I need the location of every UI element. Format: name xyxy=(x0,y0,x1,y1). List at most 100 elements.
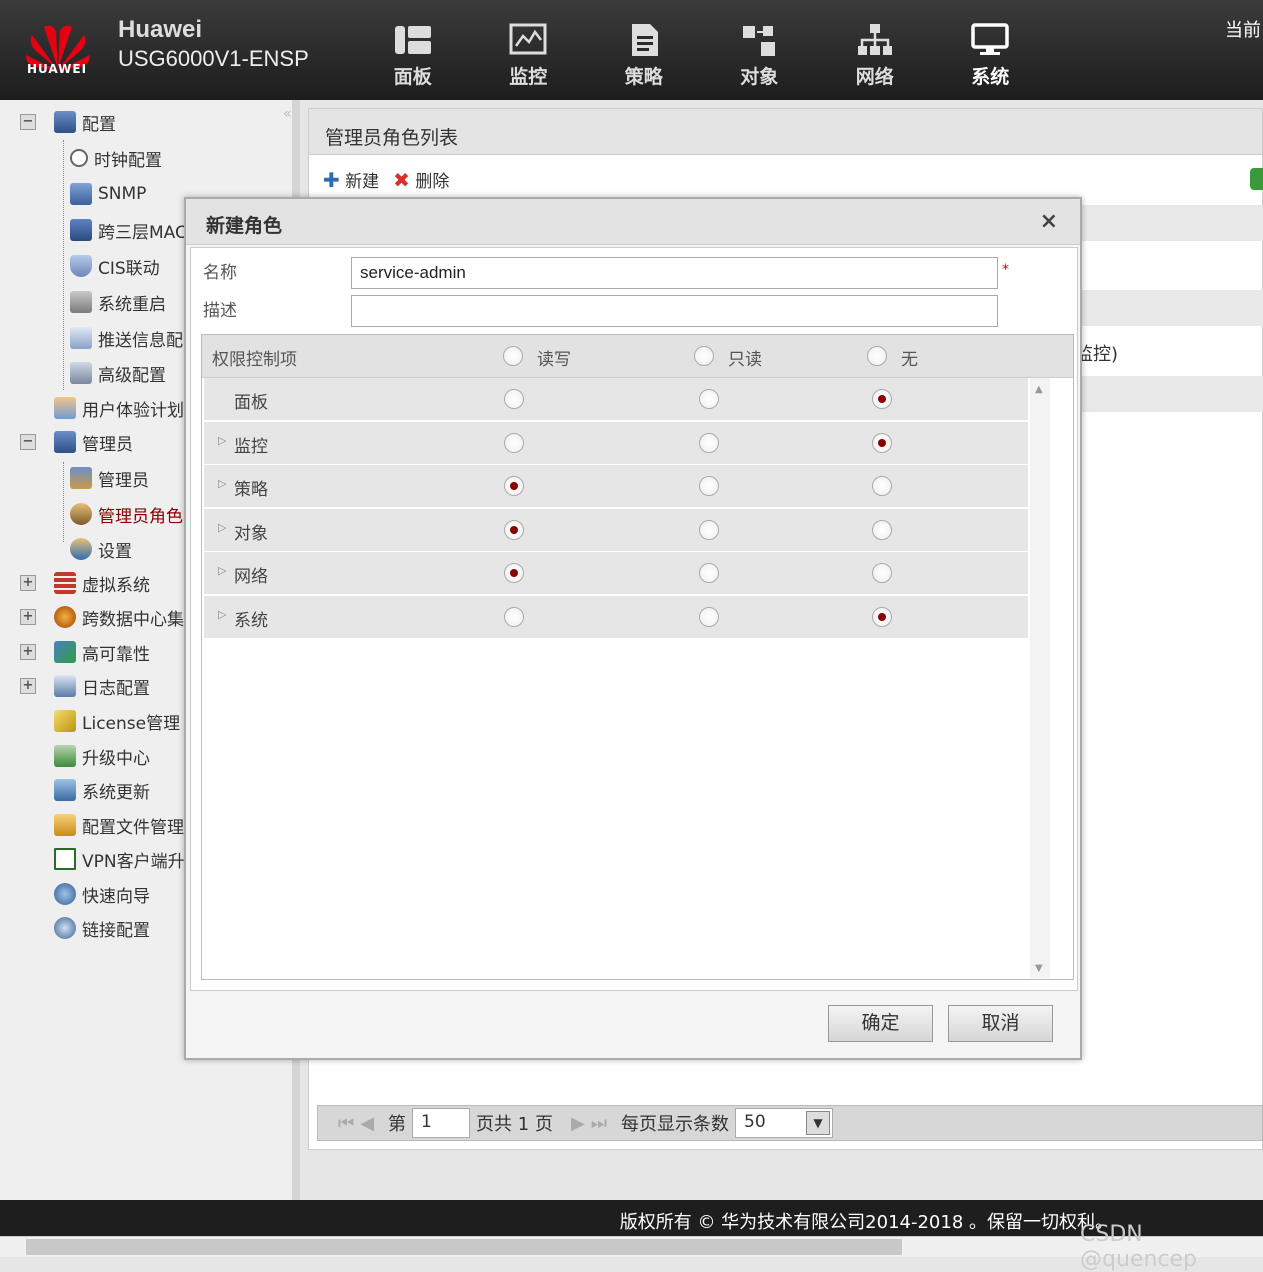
nav-monitor[interactable]: 监控 xyxy=(471,22,587,89)
permission-radio[interactable] xyxy=(872,389,892,409)
permission-radio[interactable] xyxy=(699,607,719,627)
permission-table: 权限控制项 读写 只读 无 面板 ▷ 监控 ▷ 策略 ▷ 对象 ▷ 网络 ▷ 系统 ▲ ▼ xyxy=(201,334,1074,980)
expand-triangle-icon[interactable]: ▷ xyxy=(218,434,226,447)
permission-row-label: 网络 xyxy=(234,567,268,588)
close-icon[interactable]: × xyxy=(1040,209,1058,234)
vertical-scrollbar[interactable]: ▲ ▼ xyxy=(1030,378,1050,978)
sidebar-item-advanced[interactable]: 高级配置 xyxy=(70,356,166,390)
per-page-select[interactable]: 50 ▼ xyxy=(735,1108,833,1138)
collapse-icon[interactable]: − xyxy=(20,114,36,130)
expand-icon[interactable]: + xyxy=(20,678,36,694)
sidebar-item-admin-group[interactable]: − 管理员 xyxy=(20,425,133,459)
new-button[interactable]: ✚ 新建 xyxy=(323,167,379,192)
sidebar-item-upgrade[interactable]: 升级中心 xyxy=(54,739,150,773)
sidebar-item-virtual-system[interactable]: + 虚拟系统 xyxy=(20,566,150,600)
permission-radio[interactable] xyxy=(872,432,892,453)
select-all-none-radio[interactable] xyxy=(867,346,887,366)
sidebar-item-label: SNMP xyxy=(98,184,147,204)
sidebar-item-config-file[interactable]: 配置文件管理 xyxy=(54,808,184,842)
expand-triangle-icon[interactable]: ▷ xyxy=(218,608,226,621)
delete-button[interactable]: ✖ 删除 xyxy=(393,167,449,192)
expand-triangle-icon[interactable]: ▷ xyxy=(218,521,226,534)
sidebar-item-system-update[interactable]: 系统更新 xyxy=(54,773,150,807)
sidebar-item-log[interactable]: + 日志配置 xyxy=(20,669,150,703)
permission-radio[interactable] xyxy=(699,563,719,584)
prev-page-icon[interactable]: ◀ xyxy=(360,1113,374,1134)
sidebar-item-snmp[interactable]: SNMP xyxy=(70,177,146,211)
sidebar-item-vpn-client[interactable]: VPN客户端升 xyxy=(54,842,185,876)
permission-radio[interactable] xyxy=(504,389,524,409)
select-all-readwrite-radio[interactable] xyxy=(503,346,523,366)
refresh-icon[interactable] xyxy=(1250,168,1263,190)
scroll-up-icon[interactable]: ▲ xyxy=(1035,384,1043,395)
delete-button-label: 删除 xyxy=(415,172,450,192)
sidebar-item-license[interactable]: License管理 xyxy=(54,704,180,738)
first-page-icon[interactable]: ⏮ xyxy=(338,1113,354,1134)
permission-radio[interactable] xyxy=(504,563,524,584)
description-input[interactable] xyxy=(351,295,998,327)
cancel-button[interactable]: 取消 xyxy=(948,1005,1053,1042)
permission-radio[interactable] xyxy=(504,519,524,540)
sidebar-item-label: 管理员 xyxy=(98,470,149,491)
permission-radio[interactable] xyxy=(699,519,719,540)
advanced-config-icon xyxy=(70,362,92,384)
sidebar-item-admin[interactable]: 管理员 xyxy=(70,461,149,495)
permission-radio[interactable] xyxy=(504,607,524,627)
confirm-button[interactable]: 确定 xyxy=(828,1005,933,1042)
nav-system-label: 系统 xyxy=(971,66,1010,88)
expand-icon[interactable]: + xyxy=(20,609,36,625)
sidebar-item-admin-role[interactable]: 管理员角色 xyxy=(70,497,183,531)
sidebar-item-clock[interactable]: 时钟配置 xyxy=(70,141,162,175)
permission-radio[interactable] xyxy=(872,519,892,540)
sidebar-item-datacenter[interactable]: + 跨数据中心集 xyxy=(20,600,184,634)
sidebar-item-label: 快速向导 xyxy=(82,886,150,907)
sidebar-item-label: 系统更新 xyxy=(82,782,150,803)
sidebar-item-cis[interactable]: CIS联动 xyxy=(70,249,160,283)
collapse-sidebar-icon[interactable]: « xyxy=(283,106,292,122)
last-page-icon[interactable]: ⏭ xyxy=(591,1113,607,1134)
sidebar-item-ha[interactable]: + 高可靠性 xyxy=(20,635,150,669)
dialog-title: 新建角色 xyxy=(206,215,283,237)
permission-radio[interactable] xyxy=(504,432,524,453)
sidebar-item-wizard[interactable]: 快速向导 xyxy=(54,877,150,911)
permission-radio[interactable] xyxy=(699,432,719,453)
nav-policy[interactable]: 策略 xyxy=(586,22,702,89)
sidebar-item-config[interactable]: − 配置 xyxy=(20,105,116,139)
page-number-input[interactable]: 1 xyxy=(412,1108,471,1138)
expand-icon[interactable]: + xyxy=(20,575,36,591)
permission-radio[interactable] xyxy=(504,476,524,497)
nav-dashboard[interactable]: 面板 xyxy=(355,22,471,89)
sidebar-item-mac[interactable]: 跨三层MAC xyxy=(70,213,187,247)
permission-radio[interactable] xyxy=(872,607,892,627)
scroll-down-icon[interactable]: ▼ xyxy=(1035,963,1043,974)
nav-system[interactable]: 系统 xyxy=(933,22,1049,89)
chevron-down-icon[interactable]: ▼ xyxy=(806,1111,830,1135)
sidebar-item-settings[interactable]: 设置 xyxy=(70,532,132,566)
name-input[interactable]: service-admin xyxy=(351,257,998,289)
admin-icon xyxy=(54,431,76,453)
sidebar-item-link[interactable]: 链接配置 xyxy=(54,911,150,945)
config-computer-icon xyxy=(54,111,76,133)
sidebar-item-push[interactable]: 推送信息配 xyxy=(70,321,183,355)
expand-icon[interactable]: + xyxy=(20,644,36,660)
horizontal-scrollbar[interactable] xyxy=(0,1236,1263,1257)
sidebar-item-restart[interactable]: 系统重启 xyxy=(70,285,166,319)
expand-triangle-icon[interactable]: ▷ xyxy=(218,564,226,577)
permission-radio[interactable] xyxy=(699,476,719,497)
required-mark: * xyxy=(1002,262,1009,278)
datacenter-icon xyxy=(54,606,76,628)
permission-radio[interactable] xyxy=(699,389,719,409)
sidebar-item-user-experience[interactable]: 用户体验计划 xyxy=(54,391,184,425)
expand-triangle-icon[interactable]: ▷ xyxy=(218,477,226,490)
scrollbar-thumb[interactable] xyxy=(26,1239,902,1255)
collapse-icon[interactable]: − xyxy=(20,434,36,450)
nav-object[interactable]: 对象 xyxy=(702,22,818,89)
select-all-readonly-radio[interactable] xyxy=(694,346,714,366)
nav-network[interactable]: 网络 xyxy=(817,22,933,89)
next-page-icon[interactable]: ▶ xyxy=(571,1113,585,1134)
permission-radio[interactable] xyxy=(872,476,892,497)
delete-x-icon: ✖ xyxy=(393,168,410,192)
sidebar-item-label: License管理 xyxy=(82,713,181,734)
permission-radio[interactable] xyxy=(872,563,892,584)
cis-shield-icon xyxy=(70,255,92,277)
